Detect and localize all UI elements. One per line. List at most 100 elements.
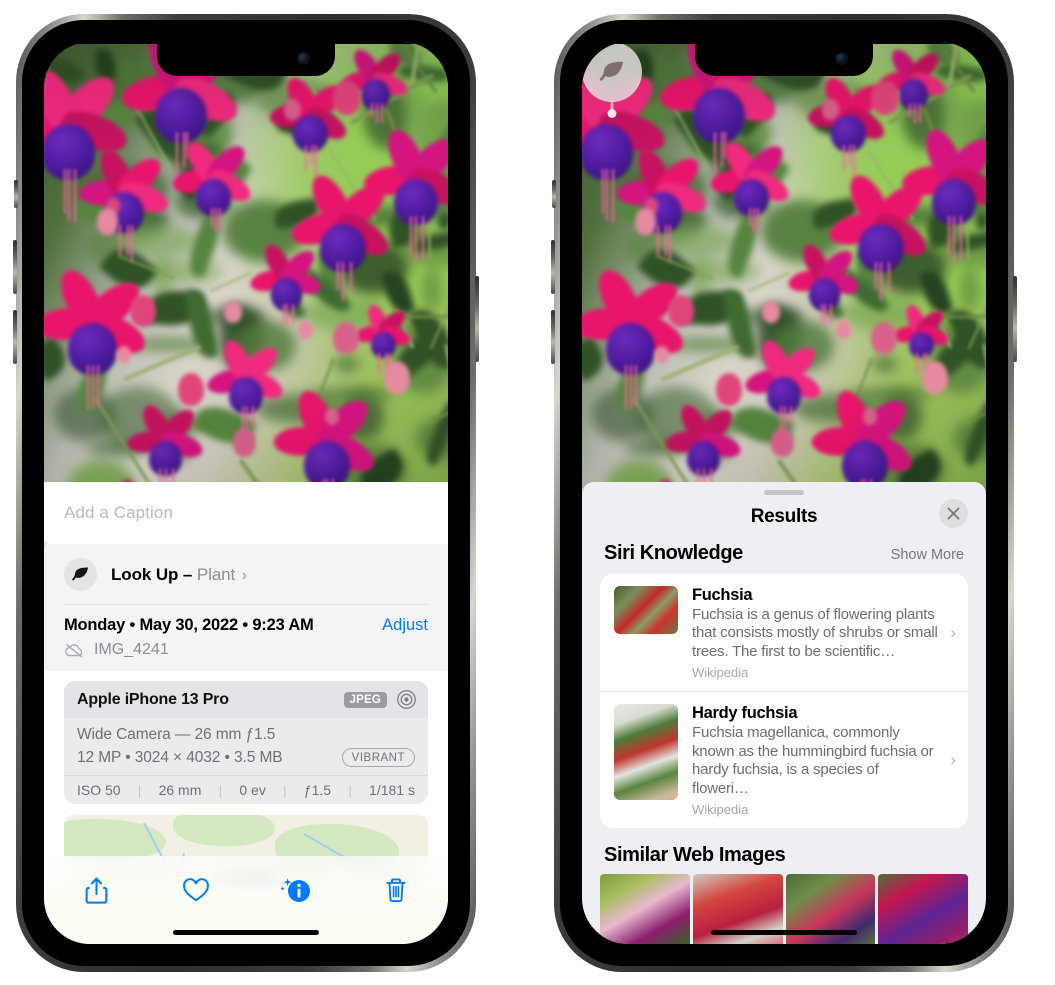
results-title: Results xyxy=(750,506,818,527)
camera-lens-line: Wide Camera — 26 mm ƒ1.5 xyxy=(77,726,276,743)
front-camera-icon xyxy=(836,53,847,64)
leaf-badge-circle: ✦ xyxy=(64,558,97,591)
photographic-style-badge: VIBRANT xyxy=(341,748,415,767)
photo-toolbar xyxy=(44,856,448,944)
look-up-row[interactable]: ✦ ✦ Look Up – Plant › xyxy=(44,537,448,604)
favorite-button[interactable] xyxy=(174,870,218,910)
home-indicator[interactable] xyxy=(173,930,319,935)
iphone-left-device: Add a Caption ✦ ✦ Look Up – Plant › Mond… xyxy=(13,14,479,972)
knowledge-row[interactable]: Fuchsia Fuchsia is a genus of flowering p… xyxy=(600,574,968,691)
info-sparkle-icon xyxy=(280,878,310,902)
knowledge-text: Hardy fuchsia Fuchsia magellanica, common… xyxy=(692,704,954,817)
leaf-icon xyxy=(72,567,89,581)
caption-placeholder: Add a Caption xyxy=(64,503,174,522)
exif-value: ISO 50 xyxy=(77,782,121,798)
results-header: Results xyxy=(582,495,986,542)
photo-viewer[interactable] xyxy=(44,42,448,494)
knowledge-title: Fuchsia xyxy=(692,586,753,604)
exif-row: ISO 50 | 26 mm | 0 ev | ƒ1.5 | 1/181 s xyxy=(64,775,428,804)
leaf-icon xyxy=(599,61,624,81)
power-button[interactable] xyxy=(1013,276,1017,362)
sparkle-small-icon: ✦ xyxy=(64,560,72,570)
iphone-right-device: Results Siri Knowledge Show More Fuchsia… xyxy=(551,14,1017,972)
cloud-slash-icon xyxy=(65,644,83,658)
screen-right: Results Siri Knowledge Show More Fuchsia… xyxy=(582,42,986,944)
web-image-thumbnail[interactable] xyxy=(878,874,968,944)
date-row: Monday • May 30, 2022 • 9:23 AM Adjust xyxy=(64,616,428,635)
knowledge-source: Wikipedia xyxy=(692,802,749,818)
device-bezel: Results Siri Knowledge Show More Fuchsia… xyxy=(560,20,1008,966)
volume-up-button[interactable] xyxy=(551,240,555,294)
camera-model: Apple iPhone 13 Pro xyxy=(77,690,229,708)
siri-knowledge-title: Siri Knowledge xyxy=(604,542,743,564)
silent-switch[interactable] xyxy=(14,180,18,208)
screen-left: Add a Caption ✦ ✦ Look Up – Plant › Mond… xyxy=(44,42,448,944)
caption-field-row[interactable]: Add a Caption xyxy=(44,482,448,544)
web-image-thumbnail[interactable] xyxy=(600,874,690,944)
camera-specs: 12 MP • 3024 × 4032 • 3.5 MB xyxy=(77,748,283,766)
notch xyxy=(157,42,335,76)
knowledge-card-list: Fuchsia Fuchsia is a genus of flowering p… xyxy=(600,574,968,829)
exif-separator: | xyxy=(348,782,352,798)
trash-icon xyxy=(386,878,406,903)
sparkle-icon: ✦ xyxy=(44,536,51,553)
knowledge-description: Fuchsia is a genus of flowering plants t… xyxy=(692,606,938,660)
exif-separator: | xyxy=(137,782,142,798)
knowledge-title: Hardy fuchsia xyxy=(692,704,798,723)
photo-details-sheet: Add a Caption ✦ ✦ Look Up – Plant › Mond… xyxy=(44,482,448,944)
exif-separator: | xyxy=(283,782,287,798)
divider xyxy=(64,604,428,605)
photo-viewer[interactable] xyxy=(582,42,986,494)
exif-value: ƒ1.5 xyxy=(303,782,332,798)
knowledge-description: Fuchsia magellanica, commonly known as t… xyxy=(692,724,934,797)
camera-header: Apple iPhone 13 Pro JPEG xyxy=(64,681,428,718)
similar-web-images-header: Similar Web Images xyxy=(582,844,986,874)
similar-web-images-title: Similar Web Images xyxy=(604,844,786,867)
knowledge-source: Wikipedia xyxy=(692,665,749,681)
close-button[interactable] xyxy=(939,499,968,528)
knowledge-text: Fuchsia Fuchsia is a genus of flowering p… xyxy=(692,586,954,680)
knowledge-thumbnail xyxy=(614,586,678,634)
look-up-category: Plant xyxy=(196,564,236,584)
home-indicator[interactable] xyxy=(711,930,857,935)
knowledge-thumbnail xyxy=(614,704,678,801)
share-button[interactable] xyxy=(74,870,118,910)
filename-row: IMG_4241 xyxy=(64,641,428,659)
volume-down-button[interactable] xyxy=(13,310,17,364)
silent-switch[interactable] xyxy=(552,180,556,208)
exif-value: 0 ev xyxy=(239,782,266,798)
notch xyxy=(695,42,873,76)
chevron-right-icon: › xyxy=(950,750,956,770)
photo-metadata-block: Monday • May 30, 2022 • 9:23 AM Adjust I… xyxy=(44,604,448,671)
exif-separator: | xyxy=(218,782,223,798)
delete-button[interactable] xyxy=(374,870,418,910)
exif-value: 26 mm xyxy=(158,782,202,798)
knowledge-row[interactable]: Hardy fuchsia Fuchsia magellanica, common… xyxy=(600,691,968,828)
similar-web-images-section: Similar Web Images xyxy=(582,844,986,944)
power-button[interactable] xyxy=(475,276,479,362)
camera-body: Wide Camera — 26 mm ƒ1.5 12 MP • 3024 × … xyxy=(64,718,428,775)
chevron-right-icon: › xyxy=(950,622,956,642)
camera-header-tags: JPEG xyxy=(343,689,417,710)
volume-up-button[interactable] xyxy=(13,240,17,294)
photo-overlay xyxy=(44,42,448,494)
front-camera-icon xyxy=(298,53,309,64)
exif-value: 1/181 s xyxy=(369,782,415,798)
camera-specs-row: 12 MP • 3024 × 4032 • 3.5 MB VIBRANT xyxy=(77,748,415,767)
photo-filename: IMG_4241 xyxy=(94,641,169,658)
siri-knowledge-header: Siri Knowledge Show More xyxy=(582,542,986,574)
device-bezel: Add a Caption ✦ ✦ Look Up – Plant › Mond… xyxy=(22,20,470,966)
camera-info-card[interactable]: Apple iPhone 13 Pro JPEG Wide Camera — 2… xyxy=(64,681,428,804)
format-badge: JPEG xyxy=(343,691,387,708)
look-up-label: Look Up – xyxy=(111,564,193,584)
adjust-button[interactable]: Adjust xyxy=(382,616,428,635)
info-button[interactable] xyxy=(274,870,318,910)
show-more-button[interactable]: Show More xyxy=(891,547,964,563)
heart-icon xyxy=(183,878,209,902)
look-up-label-group: Look Up – Plant › xyxy=(111,565,247,585)
results-sheet: Results Siri Knowledge Show More Fuchsia… xyxy=(582,482,986,944)
volume-down-button[interactable] xyxy=(551,310,555,364)
chevron-right-icon: › xyxy=(241,566,248,584)
visual-lookup-badge[interactable] xyxy=(582,42,642,102)
photo-date: Monday • May 30, 2022 • 9:23 AM xyxy=(64,616,314,634)
